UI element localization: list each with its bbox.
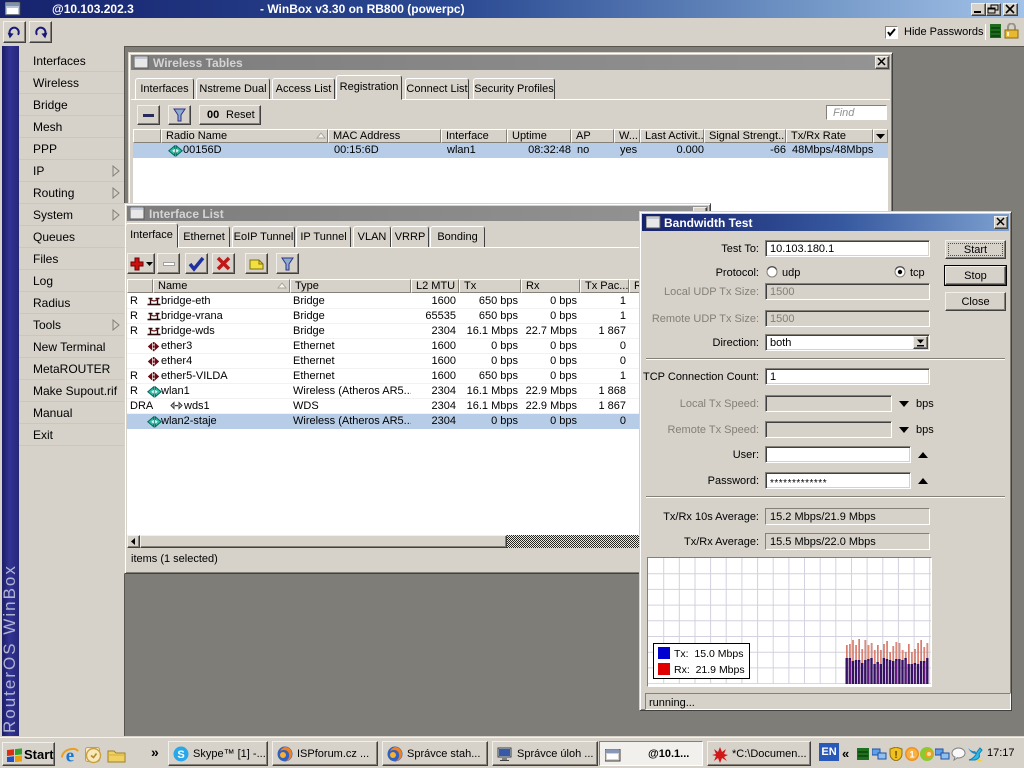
svg-text:S: S — [177, 749, 184, 761]
svg-text:!: ! — [894, 750, 897, 761]
svg-text:1: 1 — [909, 750, 914, 760]
